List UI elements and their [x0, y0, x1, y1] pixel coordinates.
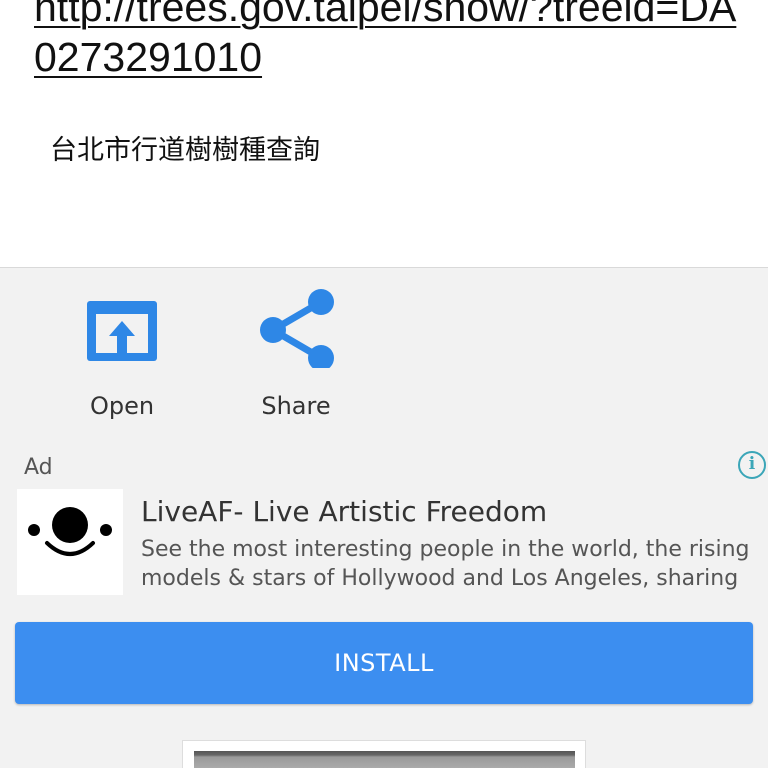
- open-in-browser-icon: [87, 301, 157, 361]
- url-link[interactable]: http://trees.gov.taipei/show/?treeid=DA0…: [34, 0, 754, 82]
- ad-description-line: models & stars of Hollywood and Los Ange…: [141, 566, 739, 591]
- ad-description: See the most interesting people in the w…: [141, 535, 753, 593]
- ad-description-line: See the most interesting people in the w…: [141, 537, 750, 562]
- ad-info-icon[interactable]: i: [738, 451, 766, 479]
- smiley-face-icon: [28, 507, 112, 556]
- link-preview: http://trees.gov.taipei/show/?treeid=DA0…: [0, 0, 768, 268]
- ad-title[interactable]: LiveAF- Live Artistic Freedom: [141, 495, 547, 528]
- open-button[interactable]: Open: [62, 288, 182, 420]
- preview-image: [194, 751, 575, 768]
- share-icon: [260, 289, 334, 368]
- share-button[interactable]: Share: [236, 288, 356, 420]
- ad-label: Ad: [24, 455, 53, 480]
- app-icon[interactable]: [17, 489, 123, 595]
- open-label: Open: [89, 392, 155, 420]
- install-button[interactable]: INSTALL: [15, 622, 753, 704]
- share-label: Share: [261, 392, 331, 420]
- image-preview[interactable]: [182, 740, 586, 768]
- page-subtitle: 台北市行道樹樹種查詢: [50, 135, 320, 166]
